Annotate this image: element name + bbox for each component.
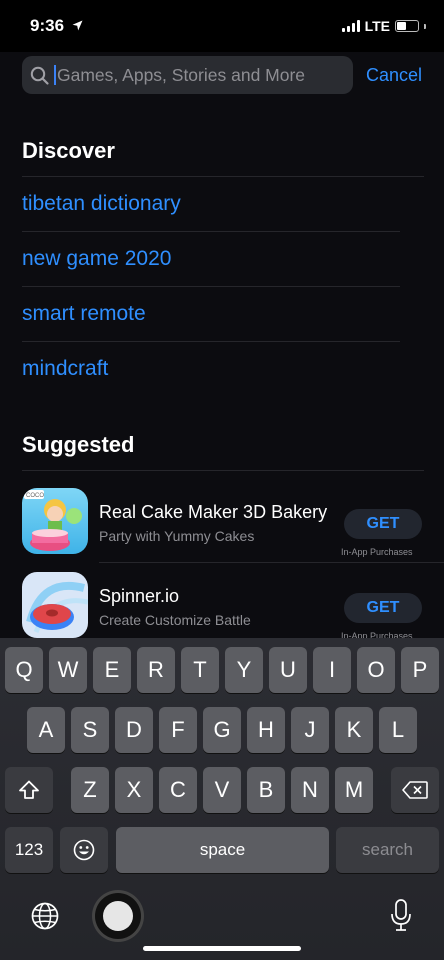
get-button[interactable]: GET: [344, 509, 422, 539]
app-icon-logo: COCO: [26, 493, 44, 499]
key-o[interactable]: O: [357, 647, 395, 693]
keyboard: Q W E R T Y U I O P A S D F G H J K L Z …: [0, 638, 444, 960]
key-s[interactable]: S: [71, 707, 109, 753]
key-k[interactable]: K: [335, 707, 373, 753]
get-button[interactable]: GET: [344, 593, 422, 623]
text-caret: [54, 65, 56, 85]
emoji-icon: [73, 839, 95, 861]
in-app-purchases-note: In-App Purchases: [341, 547, 413, 557]
location-arrow-icon: [72, 18, 83, 36]
search-field[interactable]: [22, 56, 353, 94]
discover-item[interactable]: mindcraft: [22, 357, 108, 381]
key-e[interactable]: E: [93, 647, 131, 693]
key-i[interactable]: I: [313, 647, 351, 693]
discover-item[interactable]: new game 2020: [22, 247, 171, 271]
app-subtitle: Party with Yummy Cakes: [99, 528, 255, 544]
search-icon: [30, 66, 49, 85]
emoji-key[interactable]: [60, 827, 108, 873]
key-r[interactable]: R: [137, 647, 175, 693]
home-indicator[interactable]: [143, 946, 301, 951]
cellular-signal-icon: [341, 20, 360, 32]
key-j[interactable]: J: [291, 707, 329, 753]
divider: [22, 470, 424, 471]
microphone-icon[interactable]: [390, 899, 412, 938]
key-v[interactable]: V: [203, 767, 241, 813]
status-bar: 9:36 LTE: [0, 0, 444, 52]
key-h[interactable]: H: [247, 707, 285, 753]
key-t[interactable]: T: [181, 647, 219, 693]
divider: [22, 286, 400, 287]
search-input[interactable]: [57, 56, 342, 94]
network-type: LTE: [364, 18, 390, 34]
key-g[interactable]: G: [203, 707, 241, 753]
battery-nub: [424, 23, 426, 29]
key-c[interactable]: C: [159, 767, 197, 813]
key-a[interactable]: A: [27, 707, 65, 753]
divider: [99, 562, 444, 563]
app-name: Real Cake Maker 3D Bakery: [99, 502, 328, 522]
suggested-title: Suggested: [22, 432, 135, 457]
key-p[interactable]: P: [401, 647, 439, 693]
space-key[interactable]: space: [116, 827, 329, 873]
backspace-icon: [402, 781, 428, 799]
app-subtitle: Create Customize Battle: [99, 612, 251, 628]
key-z[interactable]: Z: [71, 767, 109, 813]
key-n[interactable]: N: [291, 767, 329, 813]
discover-item[interactable]: smart remote: [22, 302, 146, 326]
key-x[interactable]: X: [115, 767, 153, 813]
key-q[interactable]: Q: [5, 647, 43, 693]
key-f[interactable]: F: [159, 707, 197, 753]
app-name: Spinner.io: [99, 586, 180, 606]
globe-icon[interactable]: [30, 901, 60, 936]
divider: [22, 231, 400, 232]
key-m[interactable]: M: [335, 767, 373, 813]
key-b[interactable]: B: [247, 767, 285, 813]
assistive-touch-button[interactable]: [95, 893, 141, 939]
numbers-key[interactable]: 123: [5, 827, 53, 873]
status-indicators: LTE: [341, 18, 426, 34]
key-w[interactable]: W: [49, 647, 87, 693]
key-u[interactable]: U: [269, 647, 307, 693]
cake-maker-app-icon[interactable]: COCO: [22, 488, 88, 554]
discover-title: Discover: [22, 138, 115, 163]
discover-item[interactable]: tibetan dictionary: [22, 192, 181, 216]
search-key[interactable]: search: [336, 827, 439, 873]
key-l[interactable]: L: [379, 707, 417, 753]
delete-key[interactable]: [391, 767, 439, 813]
spinner-app-icon[interactable]: [22, 572, 88, 638]
divider: [22, 341, 400, 342]
divider: [22, 176, 424, 177]
status-time: 9:36: [30, 16, 65, 35]
key-y[interactable]: Y: [225, 647, 263, 693]
battery-icon: [395, 20, 419, 32]
search-suggestions: Discover tibetan dictionary new game 202…: [0, 104, 444, 640]
shift-key[interactable]: [5, 767, 53, 813]
key-d[interactable]: D: [115, 707, 153, 753]
cancel-button[interactable]: Cancel: [366, 65, 422, 86]
shift-icon: [19, 780, 39, 799]
suggested-app-row[interactable]: Spinner.io Create Customize Battle GET I…: [22, 572, 422, 640]
search-bar: Cancel: [0, 52, 444, 104]
suggested-app-row[interactable]: COCO Real Cake Maker 3D Bakery Party wit…: [22, 488, 422, 564]
